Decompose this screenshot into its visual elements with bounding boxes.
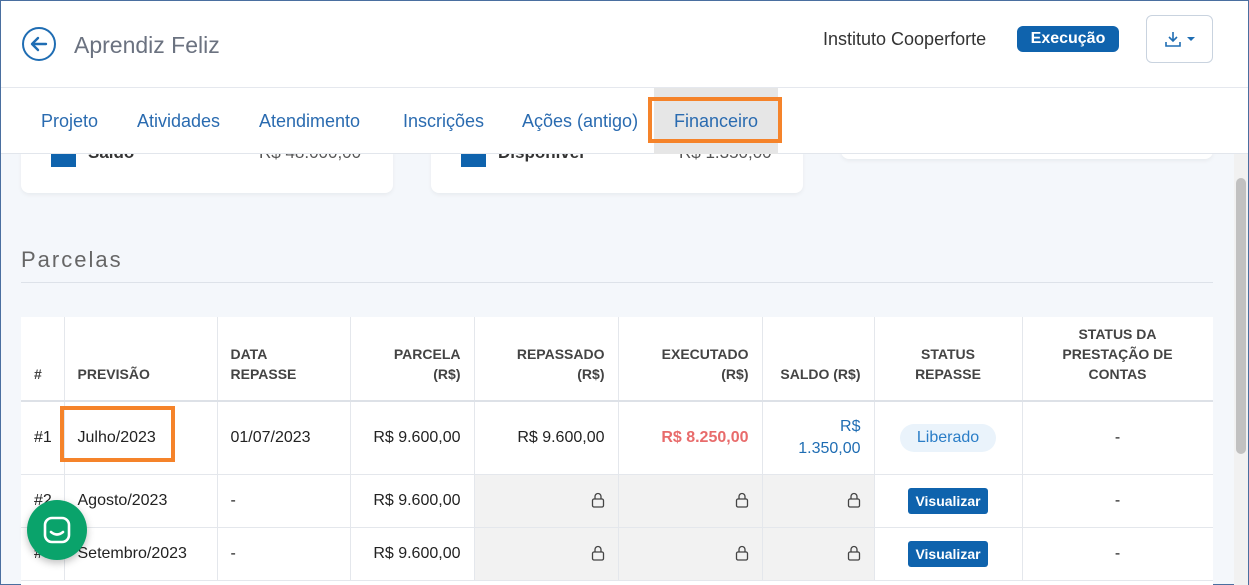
- cell-status-repasse: Visualizar: [874, 474, 1023, 528]
- lock-icon: [847, 546, 860, 561]
- download-dropdown-button[interactable]: [1146, 15, 1213, 63]
- table-row: #2 Agosto/2023 - R$ 9.600,00 Visualizar …: [21, 474, 1213, 528]
- cell-repassado: R$ 9.600,00: [474, 401, 619, 475]
- back-button[interactable]: [22, 27, 56, 61]
- visualizar-button[interactable]: Visualizar: [908, 487, 988, 514]
- chat-icon: [43, 516, 71, 544]
- scrollbar-thumb[interactable]: [1236, 178, 1246, 454]
- cell-status-prestacao: -: [1022, 474, 1213, 528]
- cell-previsao: Julho/2023: [64, 401, 218, 475]
- top-bar: Aprendiz Feliz Instituto Cooperforte Exe…: [1, 1, 1248, 88]
- cell-previsao: Setembro/2023: [64, 527, 218, 581]
- col-num: #: [21, 317, 65, 402]
- cell-repassado-locked: [474, 527, 619, 581]
- table-row: #3 Setembro/2023 - R$ 9.600,00 Visualiza…: [21, 527, 1213, 581]
- cell-status-repasse: Visualizar: [874, 527, 1023, 581]
- cell-repassado-locked: [474, 474, 619, 528]
- col-parcela: PARCELA (R$): [350, 317, 475, 402]
- cell-executado: R$ 8.250,00: [618, 401, 763, 475]
- parcelas-table: # PREVISÃO DATA REPASSE PARCELA (R$) REP…: [21, 317, 1213, 585]
- divider: [21, 282, 1213, 283]
- cell-status-repasse: Liberado: [874, 401, 1023, 475]
- cell-executado-locked: [618, 474, 763, 528]
- cell-executado-locked: [618, 527, 763, 581]
- cell-data-repasse: 01/07/2023: [217, 401, 351, 475]
- tab-inscricoes[interactable]: Inscrições: [403, 88, 484, 154]
- cell-parcela: R$ 9.600,00: [350, 401, 475, 475]
- page-title: Aprendiz Feliz: [74, 32, 220, 58]
- table-row: #1 Julho/2023 01/07/2023 R$ 9.600,00 R$ …: [21, 401, 1213, 475]
- tab-projeto[interactable]: Projeto: [41, 88, 98, 154]
- lock-icon: [735, 493, 748, 508]
- col-executado: EXECUTADO (R$): [618, 317, 763, 402]
- lock-icon: [847, 493, 860, 508]
- tab-atendimento[interactable]: Atendimento: [259, 88, 360, 154]
- arrow-left-icon: [30, 36, 48, 52]
- lock-icon: [591, 493, 604, 508]
- col-saldo: SALDO (R$): [762, 317, 875, 402]
- lock-icon: [591, 546, 604, 561]
- col-status-repasse: STATUS REPASSE: [874, 317, 1023, 402]
- tab-acoes-antigo[interactable]: Ações (antigo): [522, 88, 638, 154]
- col-repassado: REPASSADO (R$): [474, 317, 619, 402]
- status-liberado-badge: Liberado: [899, 423, 997, 452]
- tab-financeiro[interactable]: Financeiro: [654, 88, 778, 154]
- tab-bar: Projeto Atividades Atendimento Inscriçõe…: [1, 88, 1248, 154]
- visualizar-button[interactable]: Visualizar: [908, 540, 988, 567]
- cell-data-repasse: -: [217, 474, 351, 528]
- cell-parcela: R$ 9.600,00: [350, 474, 475, 528]
- caret-down-icon: [1186, 37, 1195, 41]
- cell-saldo: R$ 1.350,00: [762, 401, 875, 475]
- cell-status-prestacao: -: [1022, 401, 1213, 475]
- cell-status-prestacao: -: [1022, 527, 1213, 581]
- download-icon: [1164, 32, 1181, 47]
- cell-data-repasse: -: [217, 527, 351, 581]
- tab-atividades[interactable]: Atividades: [137, 88, 220, 154]
- cell-saldo-locked: [762, 474, 875, 528]
- col-data-repasse: DATA REPASSE: [217, 317, 351, 402]
- saldo-value: R$ 1.350,00: [798, 417, 861, 457]
- col-previsao: PREVISÃO: [64, 317, 218, 402]
- organization-name: Instituto Cooperforte: [823, 29, 987, 49]
- section-title: Parcelas: [21, 247, 123, 272]
- chat-button[interactable]: [27, 500, 87, 560]
- summary-card-disponivel: Disponível R$ 1.350,00: [431, 151, 803, 193]
- cell-parcela: R$ 9.600,00: [350, 527, 475, 581]
- summary-card-saldo: Saldo R$ 48.000,00: [21, 151, 393, 193]
- col-status-prestacao: STATUS DA PRESTAÇÃO DE CONTAS: [1022, 317, 1213, 402]
- lock-icon: [735, 546, 748, 561]
- cell-num: #1: [21, 401, 65, 475]
- table-header-row: # PREVISÃO DATA REPASSE PARCELA (R$) REP…: [21, 317, 1213, 402]
- cell-saldo-locked: [762, 527, 875, 581]
- cell-previsao: Agosto/2023: [64, 474, 218, 528]
- status-badge: Execução: [1017, 26, 1119, 52]
